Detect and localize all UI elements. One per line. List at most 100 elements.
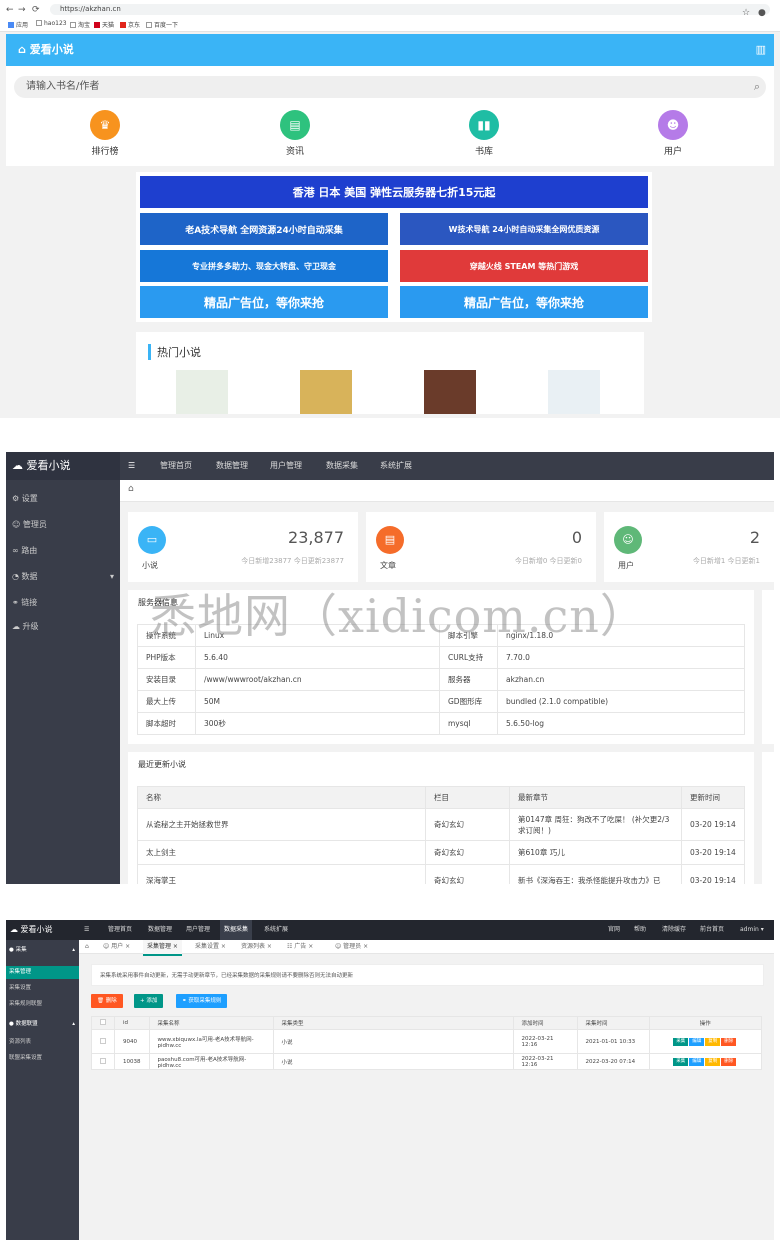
ad-w-nav[interactable]: W技术导航 24小时自动采集全网优质资源	[400, 213, 648, 245]
nav-frontpage[interactable]: 前台首页	[700, 920, 724, 940]
nav-clear-cache[interactable]: 清除缓存	[662, 920, 686, 940]
tab-users[interactable]: ☺ 用户 ×	[103, 940, 130, 954]
book-cover[interactable]	[300, 370, 352, 414]
home-tab-icon[interactable]: ⌂	[128, 484, 134, 494]
book-cover[interactable]	[176, 370, 228, 414]
sidebar-item-upgrade[interactable]: ☁ 升级	[6, 614, 120, 640]
nav-home[interactable]: 管理首页	[160, 452, 192, 480]
sidebar-group-collect[interactable]: ● 采集 ▴	[6, 944, 79, 957]
stat-label: 文章	[380, 561, 396, 570]
admin-logo[interactable]: ☁ 爱看小说	[6, 920, 79, 940]
reload-icon[interactable]: ⟳	[32, 5, 40, 15]
nav-collect[interactable]: 数据采集	[326, 452, 358, 480]
quick-link-user[interactable]: ☻ 用户	[638, 110, 708, 157]
site-logo[interactable]: ⌂ 爱看小说	[18, 41, 74, 57]
ranking-icon[interactable]: ▥	[756, 43, 766, 56]
ad-games[interactable]: 穿越火线 STEAM 等热门游戏	[400, 250, 648, 282]
book-icon: ▭	[138, 526, 166, 554]
nav-data[interactable]: 数据管理	[148, 920, 172, 940]
copy-button[interactable]: 复制	[705, 1057, 721, 1066]
sidebar-item-collect-settings[interactable]: 采集设置	[6, 982, 79, 995]
forward-icon[interactable]: →	[18, 5, 26, 15]
browser-chrome: ← → ⟳ https://akzhan.cn 应用 hao123 淘宝 天猫 …	[0, 0, 780, 32]
edit-button[interactable]: 编辑	[689, 1037, 705, 1046]
fetch-rules-button[interactable]: ⚭ 获取采集规则	[176, 994, 228, 1008]
nav-extend[interactable]: 系统扩展	[380, 452, 412, 480]
chevron-down-icon: ▾	[109, 572, 114, 581]
ad-pdd[interactable]: 专业拼多多助力、现金大转盘、守卫现金	[140, 250, 388, 282]
bookmark-apps[interactable]: 应用	[8, 20, 28, 29]
quick-link-library[interactable]: ▮▮ 书库	[449, 110, 519, 157]
address-bar[interactable]: https://akzhan.cn	[50, 4, 770, 15]
sidebar-item-route[interactable]: ∞ 路由	[6, 538, 120, 564]
sidebar-item-resources[interactable]: 资源列表	[6, 1036, 79, 1049]
bookmark-jd[interactable]: 京东	[120, 20, 140, 29]
search-input[interactable]: 请输入书名/作者 ⌕	[14, 76, 766, 98]
tab-admins[interactable]: ☺ 管理员 ×	[335, 940, 368, 954]
star-icon[interactable]: ☆	[742, 8, 750, 18]
nav-extend[interactable]: 系统扩展	[264, 920, 288, 940]
search-icon[interactable]: ⌕	[754, 76, 760, 98]
stat-label: 用户	[618, 561, 634, 570]
collect-table: id 采集名称 采集类型 添加时间 采集时间 操作 9040 www.xbiqu…	[91, 1016, 762, 1070]
ad-banner[interactable]: 香港 日本 美国 弹性云服务器七折15元起	[140, 176, 648, 208]
admin-dashboard-screenshot: ☁ 爱看小说 ⚙ 设置 ☺ 管理员 ∞ 路由 ◔ 数据 ▾ ⚭ 链接 ☁ 升级 ☰…	[6, 452, 774, 884]
document-icon: ▤	[376, 526, 404, 554]
nav-home[interactable]: 管理首页	[108, 920, 132, 940]
ad-slot-left[interactable]: 精品广告位，等你来抢	[140, 286, 388, 318]
menu-toggle-icon[interactable]: ☰	[84, 920, 89, 940]
sidebar-item-links[interactable]: ⚭ 链接	[6, 590, 120, 616]
nav-data[interactable]: 数据管理	[216, 452, 248, 480]
nav-collect[interactable]: 数据采集	[220, 920, 253, 940]
tab-collect-settings[interactable]: 采集设置 ×	[195, 940, 226, 954]
account-icon[interactable]: ●	[758, 8, 766, 18]
edit-button[interactable]: 编辑	[689, 1057, 705, 1066]
back-icon[interactable]: ←	[6, 5, 14, 15]
book-cover[interactable]	[548, 370, 600, 414]
collect-button[interactable]: 采集	[673, 1057, 689, 1066]
sidebar-item-collect-manage[interactable]: 采集管理	[6, 966, 79, 979]
sidebar-item-rule-union[interactable]: 采集规则联盟	[6, 998, 79, 1011]
sidebar-item-settings[interactable]: ⚙ 设置	[6, 486, 120, 512]
collect-button[interactable]: 采集	[673, 1037, 689, 1046]
sidebar-item-data[interactable]: ◔ 数据 ▾	[6, 564, 120, 590]
add-button[interactable]: + 添加	[134, 994, 164, 1008]
admin-logo[interactable]: ☁ 爱看小说	[6, 452, 120, 480]
delete-button[interactable]: 🗑 删除	[91, 994, 123, 1008]
row-checkbox[interactable]	[100, 1057, 106, 1064]
watermark: 悉地网（xidicom.cn）	[150, 589, 647, 643]
ad-slot-right[interactable]: 精品广告位，等你来抢	[400, 286, 648, 318]
sidebar: ● 采集 ▴ 采集管理 采集设置 采集规则联盟 ● 数据联盟 ▴ 资源列表 联盟…	[6, 940, 79, 1240]
delete-row-button[interactable]: 删除	[721, 1057, 737, 1066]
stat-number: 0	[571, 528, 582, 547]
ad-lao-a[interactable]: 老A技术导航 全网资源24小时自动采集	[140, 213, 388, 245]
table-row: 10038 paoshu8.com可用-老A技术导航网-pidhw.cc 小说 …	[91, 1053, 762, 1070]
bookmark-taobao[interactable]: 淘宝	[70, 20, 90, 29]
nav-help[interactable]: 帮助	[634, 920, 646, 940]
nav-users[interactable]: 用户管理	[186, 920, 210, 940]
book-cover[interactable]	[424, 370, 476, 414]
nav-admin-user[interactable]: admin ▾	[740, 920, 764, 940]
sidebar-group-data-union[interactable]: ● 数据联盟 ▴	[6, 1018, 79, 1031]
delete-row-button[interactable]: 删除	[721, 1037, 737, 1046]
quick-link-news[interactable]: ▤ 资讯	[260, 110, 330, 157]
select-all-checkbox[interactable]	[100, 1019, 106, 1025]
news-icon: ▤	[280, 110, 310, 140]
tab-resources[interactable]: 资源列表 ×	[241, 940, 272, 954]
bookmark-hao123[interactable]: hao123	[36, 20, 67, 27]
sidebar-item-union-settings[interactable]: 联盟采集设置	[6, 1052, 79, 1065]
bookmark-tmall[interactable]: 天猫	[94, 20, 114, 29]
table-row: 脚本超时 300秒 mysql 5.6.50-log	[137, 712, 745, 735]
home-tab-icon[interactable]: ⌂	[85, 940, 89, 954]
menu-toggle-icon[interactable]: ☰	[128, 452, 135, 480]
tab-ads[interactable]: ☷ 广告 ×	[287, 940, 313, 954]
bookmark-baidu[interactable]: 百度一下	[146, 20, 178, 29]
row-checkbox[interactable]	[100, 1037, 106, 1044]
site-header: ⌂ 爱看小说 ▥	[6, 34, 774, 66]
copy-button[interactable]: 复制	[705, 1037, 721, 1046]
nav-users[interactable]: 用户管理	[270, 452, 302, 480]
nav-official[interactable]: 官网	[608, 920, 620, 940]
tab-collect-manage[interactable]: 采集管理 ×	[143, 940, 182, 956]
quick-link-ranking[interactable]: ♛ 排行榜	[70, 110, 140, 157]
sidebar-item-admins[interactable]: ☺ 管理员	[6, 512, 120, 538]
